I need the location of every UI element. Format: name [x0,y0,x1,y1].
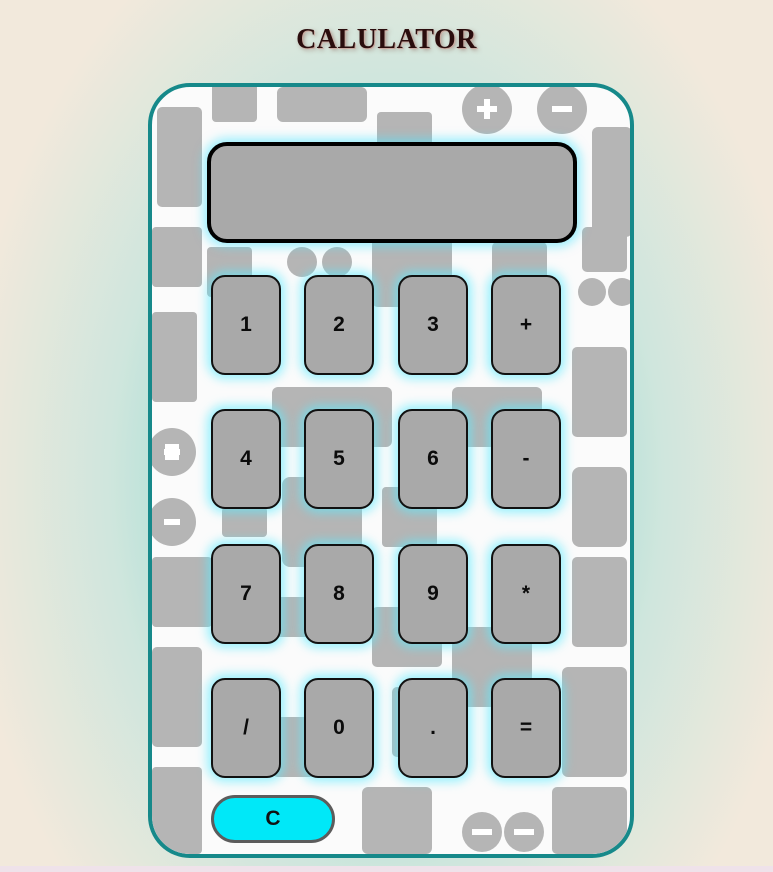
key-decimal[interactable]: . [398,678,468,778]
key-minus[interactable]: - [491,409,561,509]
key-multiply[interactable]: * [491,544,561,644]
calculator-display[interactable] [207,142,577,243]
key-plus[interactable]: + [491,275,561,375]
key-3[interactable]: 3 [398,275,468,375]
key-equals[interactable]: = [491,678,561,778]
key-2[interactable]: 2 [304,275,374,375]
key-4[interactable]: 4 [211,409,281,509]
key-5[interactable]: 5 [304,409,374,509]
key-divide[interactable]: / [211,678,281,778]
key-9[interactable]: 9 [398,544,468,644]
key-1[interactable]: 1 [211,275,281,375]
key-8[interactable]: 8 [304,544,374,644]
calculator-body: 1 2 3 + 4 5 6 - 7 8 9 * / 0 . = C [148,83,634,858]
key-6[interactable]: 6 [398,409,468,509]
key-0[interactable]: 0 [304,678,374,778]
key-7[interactable]: 7 [211,544,281,644]
clear-button[interactable]: C [211,795,335,843]
page-title: CALULATOR [296,24,477,55]
page-bottom-strip [0,866,773,872]
